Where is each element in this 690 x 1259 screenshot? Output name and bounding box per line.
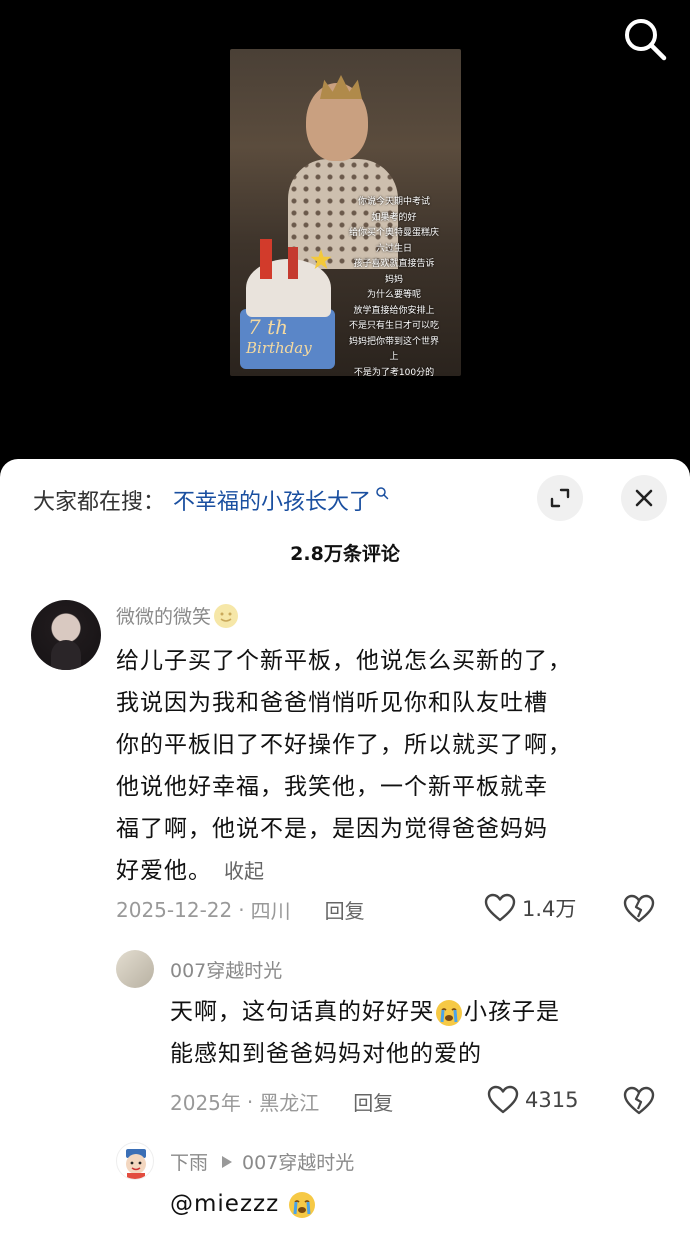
comment-sheet: 大家都在搜： 不幸福的小孩长大了 2.8万条评论 微微的微笑 给儿子买了个新平板… — [0, 459, 690, 1259]
reply-author[interactable]: 007穿越时光 — [170, 956, 282, 983]
avatar[interactable] — [116, 950, 154, 988]
reply-body: 天啊，这句话真的好好哭 小孩子是 能感知到爸爸妈妈对他的爱的 — [170, 999, 560, 1067]
reply-date: 2025年 — [170, 1091, 241, 1115]
cake-text: 7 th — [248, 315, 288, 339]
like-count: 4315 — [525, 1088, 579, 1112]
heart-icon — [484, 893, 516, 922]
birthday-cake: 7 th Birthday — [240, 239, 335, 369]
comment-location: 四川 — [250, 899, 291, 923]
comment-count: 2.8万条评论 — [290, 543, 400, 565]
comment-meta: 2025-12-22 · 四川 回复 — [116, 895, 365, 924]
comment-date: 2025-12-22 — [116, 897, 233, 922]
like-count: 1.4万 — [522, 897, 577, 921]
dislike-button[interactable] — [623, 1086, 655, 1120]
video-caption: 你说今天期中考试 如果考的好 给你买个奥特曼蛋糕庆 六过生日 孩子喜欢就直接告诉… — [348, 197, 439, 376]
reply-author[interactable]: 下雨 007穿越时光 — [170, 1148, 354, 1175]
dislike-button[interactable] — [623, 894, 655, 928]
author-name: 下雨 — [170, 1152, 209, 1174]
comment-body: 给儿子买了个新平板，他说怎么买新的了， 我说因为我和爸爸悄悄听见你和队友吐槽 你… — [116, 648, 572, 884]
heart-icon — [487, 1085, 519, 1114]
cartoon-avatar-icon — [126, 1149, 146, 1179]
like-button[interactable]: 1.4万 — [484, 893, 576, 923]
search-icon — [376, 487, 389, 500]
search-button[interactable] — [620, 14, 670, 64]
expand-icon — [550, 488, 570, 508]
reply-target: 007穿越时光 — [242, 1152, 355, 1174]
crying-emoji-icon — [289, 1191, 316, 1218]
video-frame[interactable]: 7 th Birthday 你说今天期中考试 如果考的好 给你买个奥特曼蛋糕庆 … — [230, 49, 461, 376]
reply-button[interactable]: 回复 — [353, 1087, 393, 1116]
trending-search-term[interactable]: 不幸福的小孩长大了 — [173, 484, 371, 516]
crying-emoji-icon — [436, 999, 462, 1026]
reply-body: @miezzz — [170, 1183, 317, 1225]
trending-search-label: 大家都在搜： — [33, 490, 166, 515]
video-player[interactable]: 7 th Birthday 你说今天期中考试 如果考的好 给你买个奥特曼蛋糕庆 … — [0, 0, 690, 470]
broken-heart-icon — [623, 1086, 655, 1115]
reply-button[interactable]: 回复 — [325, 895, 365, 924]
reply-meta: 2025年 · 黑龙江 回复 — [170, 1087, 393, 1116]
smile-emoji-icon — [214, 603, 239, 628]
author-name: 微微的微笑 — [116, 606, 212, 628]
trending-search[interactable]: 大家都在搜： 不幸福的小孩长大了 — [33, 483, 389, 517]
close-icon — [635, 489, 653, 507]
close-button[interactable] — [621, 475, 667, 521]
expand-button[interactable] — [537, 475, 583, 521]
avatar[interactable] — [31, 600, 101, 670]
broken-heart-icon — [623, 894, 655, 923]
avatar[interactable] — [116, 1142, 154, 1180]
reply-arrow-icon — [222, 1155, 233, 1168]
like-button[interactable]: 4315 — [487, 1085, 578, 1115]
reply-location: 黑龙江 — [259, 1091, 320, 1115]
collapse-link[interactable]: 收起 — [224, 859, 264, 883]
comment-author[interactable]: 微微的微笑 — [116, 602, 239, 629]
search-icon — [625, 19, 667, 61]
cake-text: Birthday — [246, 339, 312, 357]
